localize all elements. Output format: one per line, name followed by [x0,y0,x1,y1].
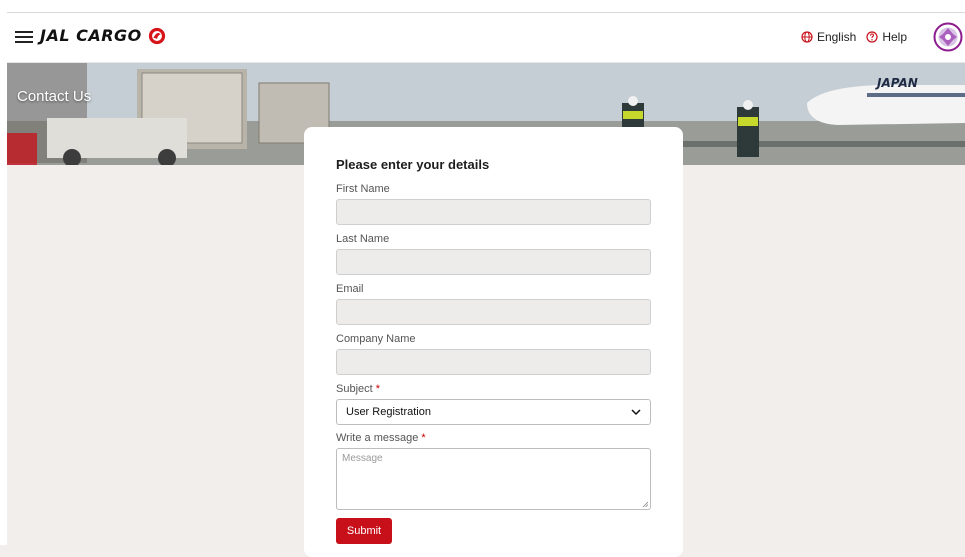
company-name-label: Company Name [336,333,416,345]
contact-form-card: Please enter your details First Name Las… [304,127,683,557]
last-name-label: Last Name [336,233,390,245]
subject-selected-value: User Registration [346,406,431,418]
window-frame-left [0,12,7,545]
svg-text:JAPAN: JAPAN [875,76,918,90]
help-label: Help [882,30,907,44]
globe-icon [801,31,813,43]
subject-label-text: Subject [336,383,373,395]
email-input[interactable] [336,299,651,325]
language-selector[interactable]: English [801,30,856,44]
jal-crane-logo-icon [148,27,165,44]
language-label: English [816,30,857,44]
first-name-input[interactable] [336,199,651,225]
help-link[interactable]: Help [866,30,907,44]
first-name-label: First Name [336,183,390,195]
message-label-text: Write a message [336,432,419,444]
message-placeholder: Message [342,453,383,464]
subject-label: Subject * [336,382,651,396]
help-circle-icon [866,31,878,43]
brand-wordmark: JAL CARGO [40,26,142,45]
last-name-input[interactable] [336,249,651,275]
avatar-icon[interactable] [933,22,963,52]
form-heading: Please enter your details [336,157,490,172]
window-frame-top [0,0,965,12]
chevron-down-icon [631,409,641,416]
contact-form: Please enter your details First Name Las… [336,157,651,544]
message-label: Write a message * [336,431,651,445]
subject-select[interactable]: User Registration [336,399,651,425]
submit-button[interactable]: Submit [336,518,392,544]
hamburger-menu-icon[interactable] [15,29,33,43]
message-textarea[interactable]: Message [336,448,651,510]
company-name-input[interactable] [336,349,651,375]
jal-cargo-logo[interactable]: JAL CARGO [40,26,166,45]
resize-handle-icon[interactable] [642,501,648,507]
email-label: Email [336,283,364,295]
top-navigation-bar: JAL CARGO English Help [7,12,965,63]
page-title: Contact Us [17,88,92,105]
required-asterisk: * [375,383,381,395]
required-asterisk: * [421,432,426,444]
